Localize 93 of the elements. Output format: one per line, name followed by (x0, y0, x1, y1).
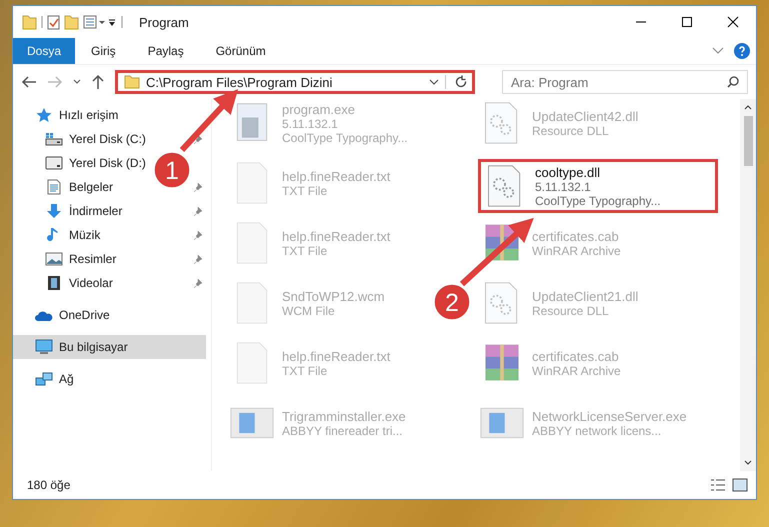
file-name: help.fineReader.txt (282, 168, 390, 184)
sidebar-item[interactable]: İndirmeler (13, 199, 153, 223)
chevron-down-icon[interactable] (429, 79, 439, 85)
minimize-icon (635, 21, 647, 23)
pin-icon[interactable] (193, 278, 203, 288)
address-bar[interactable]: C:\Program Files\Program Dizini (115, 70, 475, 94)
file-name: SndToWP12.wcm (282, 288, 385, 304)
sidebar-item[interactable]: Hızlı erişim (13, 103, 211, 127)
monitor-icon (35, 339, 53, 355)
scrollbar-thumb[interactable] (744, 116, 752, 166)
sidebar-item[interactable]: Müzik (13, 223, 153, 247)
ribbon-tab[interactable]: Görünüm (200, 38, 282, 64)
file-detail: ABBYY finereader tri... (282, 424, 403, 438)
address-path: C:\Program Files\Program Dizini (146, 74, 334, 90)
sidebar-label: Bu bilgisayar (59, 340, 128, 354)
sidebar-label: Müzik (69, 228, 100, 242)
large-icons-view-icon[interactable] (732, 478, 748, 492)
folder-icon (124, 75, 140, 89)
close-icon (727, 16, 739, 28)
file-name: help.fineReader.txt (282, 228, 390, 244)
up-arrow-icon[interactable] (91, 74, 105, 90)
details-view-icon[interactable] (710, 478, 726, 492)
scroll-up-icon[interactable] (744, 105, 752, 110)
file-detail: Resource DLL (532, 124, 609, 138)
film-icon (45, 275, 63, 291)
file-detail: 5.11.132.1 (535, 180, 591, 194)
file-detail: Resource DLL (532, 304, 609, 318)
drive-icon (45, 155, 63, 171)
search-field[interactable]: Ara: Program (502, 70, 748, 94)
file-detail: WinRAR Archive (532, 244, 621, 258)
step-badge: 2 (433, 283, 471, 321)
annotation-arrow (180, 89, 238, 152)
maximize-icon (681, 16, 693, 28)
sidebar-label: OneDrive (59, 308, 110, 322)
sidebar-item[interactable]: Belgeler (13, 175, 153, 199)
sidebar-item[interactable]: OneDrive (13, 303, 211, 327)
file-detail: WCM File (282, 304, 336, 318)
sidebar-label: Yerel Disk (D:) (69, 156, 146, 170)
file-name: program.exe (282, 102, 356, 116)
file-name: Trigramminstaller.exe (282, 408, 406, 424)
item-count: 180 öğe (27, 478, 70, 492)
pin-icon[interactable] (193, 182, 203, 192)
file-detail: TXT File (282, 364, 328, 378)
file-detail: TXT File (282, 244, 328, 258)
back-arrow-icon[interactable] (21, 75, 37, 89)
scroll-down-icon[interactable] (744, 460, 752, 465)
caret-icon[interactable] (73, 79, 81, 85)
step-badge: 1 (153, 151, 191, 189)
sidebar-label: Ağ (59, 372, 74, 386)
file-name: help.fineReader.txt (282, 348, 390, 364)
document-icon (45, 179, 63, 195)
sidebar-item[interactable]: Yerel Disk (C:) (13, 127, 153, 151)
file-detail: TXT File (282, 184, 328, 198)
pin-icon[interactable] (193, 230, 203, 240)
sidebar-label: Videolar (69, 276, 113, 290)
file-name: certificates.cab (532, 228, 620, 244)
sidebar-item[interactable]: Bu bilgisayar (13, 335, 206, 359)
file-detail: CoolType Typography... (535, 194, 661, 208)
ribbon-tab[interactable]: Paylaş (132, 38, 200, 64)
pin-icon[interactable] (193, 254, 203, 264)
refresh-icon[interactable] (445, 75, 468, 89)
file-detail: ABBYY network licens... (532, 424, 662, 438)
file-name: NetworkLicenseServer.exe (532, 408, 687, 424)
sidebar-item[interactable]: Ağ (13, 367, 211, 391)
download-arrow-icon (45, 203, 63, 219)
file-name: certificates.cab (532, 348, 620, 364)
drive-icon (45, 131, 63, 147)
help-icon[interactable] (734, 43, 750, 59)
sidebar-label: İndirmeler (69, 204, 122, 218)
file-item[interactable]: cooltype.dll 5.11.132.1 CoolType Typography... (478, 159, 718, 213)
quick-access-toolbar-icon[interactable] (21, 13, 125, 31)
file-detail: WinRAR Archive (532, 364, 621, 378)
file-detail: CoolType Typography... (282, 130, 408, 144)
star-icon (35, 107, 53, 123)
sidebar-label: Yerel Disk (C:) (69, 132, 146, 146)
pin-icon[interactable] (193, 134, 203, 144)
sidebar-item[interactable]: Videolar (13, 271, 153, 295)
ribbon-tab[interactable]: Giriş (75, 38, 132, 64)
file-detail: 5.11.132.1 (282, 116, 338, 130)
file-name: UpdateClient42.dll (532, 108, 638, 124)
network-icon (35, 371, 53, 387)
file-name: cooltype.dll (535, 164, 602, 180)
window-title: Program (139, 14, 189, 30)
sidebar-label: Hızlı erişim (59, 108, 118, 122)
pin-icon[interactable] (193, 206, 203, 216)
sidebar-item[interactable]: Resimler (13, 247, 153, 271)
sidebar-label: Resimler (69, 252, 116, 266)
ribbon-tab[interactable]: Dosya (13, 38, 76, 64)
file-name: UpdateClient21.dll (532, 288, 638, 304)
picture-icon (45, 251, 63, 267)
sidebar-item[interactable]: Yerel Disk (D:) (13, 151, 153, 175)
sidebar-label: Belgeler (69, 180, 114, 194)
search-icon[interactable] (727, 76, 739, 88)
